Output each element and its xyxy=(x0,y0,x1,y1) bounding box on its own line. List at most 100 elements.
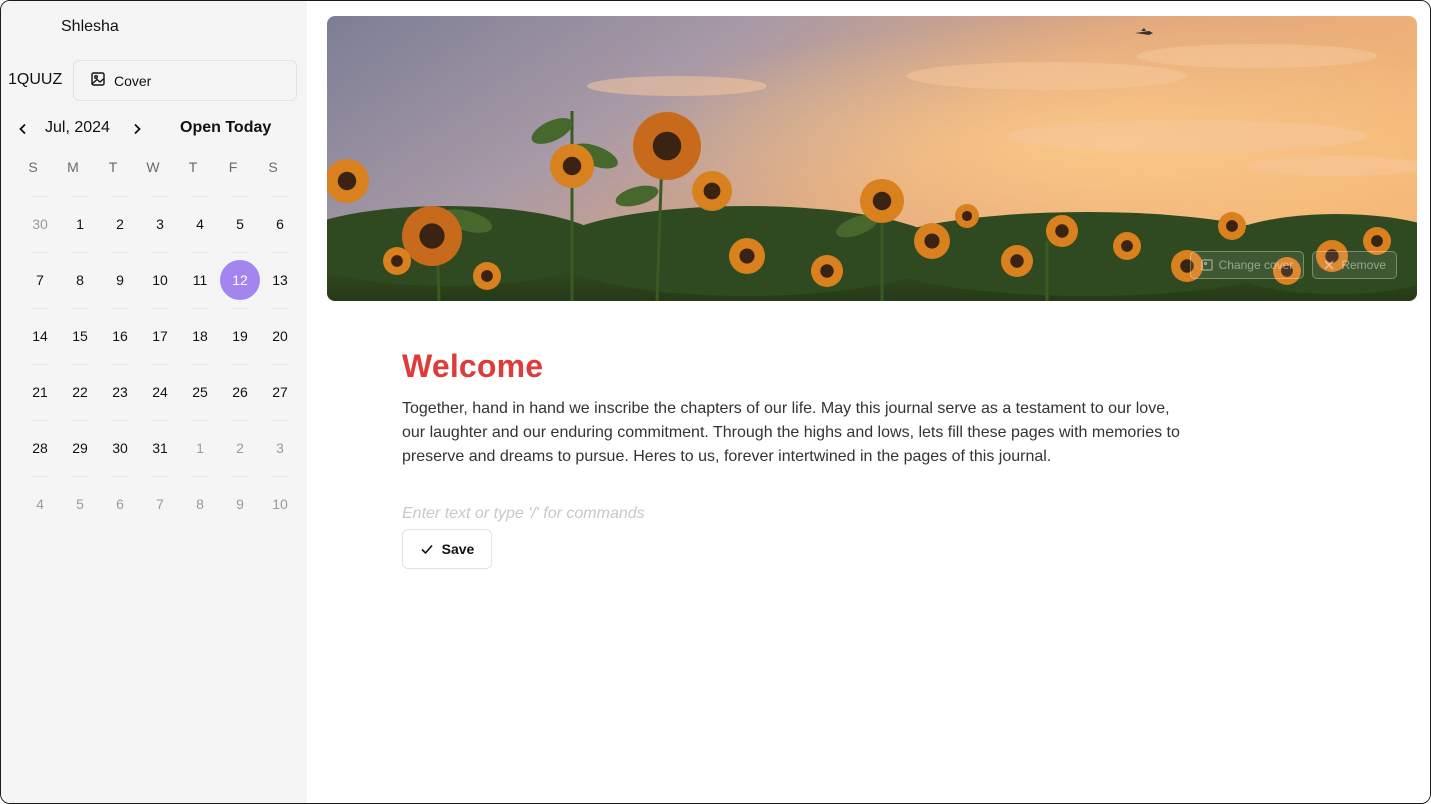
calendar-cell: 17 xyxy=(140,308,180,364)
calendar-day[interactable]: 3 xyxy=(260,428,300,468)
sunflower xyxy=(1113,232,1141,260)
calendar-day[interactable]: 9 xyxy=(220,484,260,524)
username: Shlesha xyxy=(61,18,119,35)
calendar-day[interactable]: 17 xyxy=(140,316,180,356)
remove-cover-label: Remove xyxy=(1341,258,1386,272)
calendar-day[interactable]: 6 xyxy=(260,204,300,244)
calendar-day[interactable]: 14 xyxy=(20,316,60,356)
calendar-day[interactable]: 31 xyxy=(140,428,180,468)
calendar-cell: 22 xyxy=(60,364,100,420)
calendar-day[interactable]: 21 xyxy=(20,372,60,412)
calendar-day[interactable]: 9 xyxy=(100,260,140,300)
calendar-day[interactable]: 23 xyxy=(100,372,140,412)
calendar-day[interactable]: 4 xyxy=(180,204,220,244)
sunflower xyxy=(729,238,765,274)
calendar-cell: 5 xyxy=(220,196,260,252)
weekday-label: S xyxy=(28,159,38,175)
calendar-cell: 14 xyxy=(20,308,60,364)
image-icon xyxy=(90,71,106,90)
calendar-cell: 10 xyxy=(260,476,300,532)
calendar-day[interactable]: 22 xyxy=(60,372,100,412)
open-today-button[interactable]: Open Today xyxy=(180,119,271,137)
calendar-day[interactable]: 7 xyxy=(20,260,60,300)
calendar-day[interactable]: 5 xyxy=(60,484,100,524)
calendar-day[interactable]: 11 xyxy=(180,260,220,300)
calendar-cell: 8 xyxy=(180,476,220,532)
sunflower xyxy=(327,159,369,203)
calendar-day[interactable]: 2 xyxy=(100,204,140,244)
close-icon xyxy=(1324,260,1334,270)
calendar-day[interactable]: 27 xyxy=(260,372,300,412)
calendar-cell: 7 xyxy=(140,476,180,532)
main-content: Change cover Remove Welcome Together, ha… xyxy=(307,1,1430,803)
calendar-day[interactable]: 16 xyxy=(100,316,140,356)
sunflower xyxy=(955,204,979,228)
calendar-day[interactable]: 13 xyxy=(260,260,300,300)
weekday-label: T xyxy=(108,159,118,175)
calendar-cell: 21 xyxy=(20,364,60,420)
calendar-day[interactable]: 5 xyxy=(220,204,260,244)
calendar-day[interactable]: 30 xyxy=(20,204,60,244)
calendar-cell: 7 xyxy=(20,252,60,308)
calendar-cell: 13 xyxy=(260,252,300,308)
prev-month-button[interactable] xyxy=(13,119,33,139)
entry-title[interactable]: Welcome xyxy=(402,348,1192,385)
cover-button[interactable]: Cover xyxy=(73,60,297,101)
save-button[interactable]: Save xyxy=(402,529,492,569)
cover-button-label: Cover xyxy=(114,72,152,89)
calendar-cell: 3 xyxy=(260,420,300,476)
calendar-day[interactable]: 6 xyxy=(100,484,140,524)
check-icon xyxy=(421,544,433,555)
calendar-day[interactable]: 30 xyxy=(100,428,140,468)
calendar-day[interactable]: 19 xyxy=(220,316,260,356)
calendar-day[interactable]: 29 xyxy=(60,428,100,468)
change-cover-button[interactable]: Change cover xyxy=(1189,251,1305,279)
chevron-right-icon xyxy=(134,123,141,135)
calendar-day[interactable]: 26 xyxy=(220,372,260,412)
calendar-cell: 2 xyxy=(100,196,140,252)
calendar-day-selected[interactable]: 12 xyxy=(220,260,260,300)
calendar-day[interactable]: 10 xyxy=(140,260,180,300)
calendar-day[interactable]: 3 xyxy=(140,204,180,244)
calendar-day[interactable]: 10 xyxy=(260,484,300,524)
calendar-cell: 12 xyxy=(220,252,260,308)
calendar-day[interactable]: 24 xyxy=(140,372,180,412)
calendar-day[interactable]: 1 xyxy=(180,428,220,468)
calendar-cell: 4 xyxy=(20,476,60,532)
sunflower xyxy=(1046,215,1078,247)
entry-body[interactable]: Together, hand in hand we inscribe the c… xyxy=(402,397,1192,469)
calendar-day[interactable]: 18 xyxy=(180,316,220,356)
sunflower xyxy=(473,262,501,290)
calendar-cell: 5 xyxy=(60,476,100,532)
calendar-cell: 18 xyxy=(180,308,220,364)
calendar-day[interactable]: 25 xyxy=(180,372,220,412)
calendar-day[interactable]: 2 xyxy=(220,428,260,468)
weekday-label: W xyxy=(146,159,160,175)
calendar-day[interactable]: 15 xyxy=(60,316,100,356)
calendar-cell: 28 xyxy=(20,420,60,476)
calendar-cell: 1 xyxy=(60,196,100,252)
editor-input[interactable]: Enter text or type '/' for commands xyxy=(402,505,1192,523)
sunflower xyxy=(811,255,843,287)
calendar-day[interactable]: 28 xyxy=(20,428,60,468)
calendar-cell: 24 xyxy=(140,364,180,420)
calendar-cell: 10 xyxy=(140,252,180,308)
remove-cover-button[interactable]: Remove xyxy=(1312,251,1397,279)
weekday-label: F xyxy=(228,159,238,175)
calendar-cell: 4 xyxy=(180,196,220,252)
next-month-button[interactable] xyxy=(127,119,147,139)
calendar-day[interactable]: 7 xyxy=(140,484,180,524)
calendar-cell: 30 xyxy=(20,196,60,252)
weekday-label: M xyxy=(67,159,79,175)
calendar-cell: 25 xyxy=(180,364,220,420)
sidebar: Shlesha 1QUUZ Cover Jul, 2024 Open Today… xyxy=(1,1,307,803)
calendar-day[interactable]: 20 xyxy=(260,316,300,356)
calendar-cell: 1 xyxy=(180,420,220,476)
journal-entry: Welcome Together, hand in hand we inscri… xyxy=(402,348,1192,569)
calendar-day[interactable]: 4 xyxy=(20,484,60,524)
save-button-label: Save xyxy=(441,541,475,557)
calendar-day[interactable]: 8 xyxy=(180,484,220,524)
calendar-day[interactable]: 1 xyxy=(60,204,100,244)
calendar-day[interactable]: 8 xyxy=(60,260,100,300)
calendar-cell: 30 xyxy=(100,420,140,476)
